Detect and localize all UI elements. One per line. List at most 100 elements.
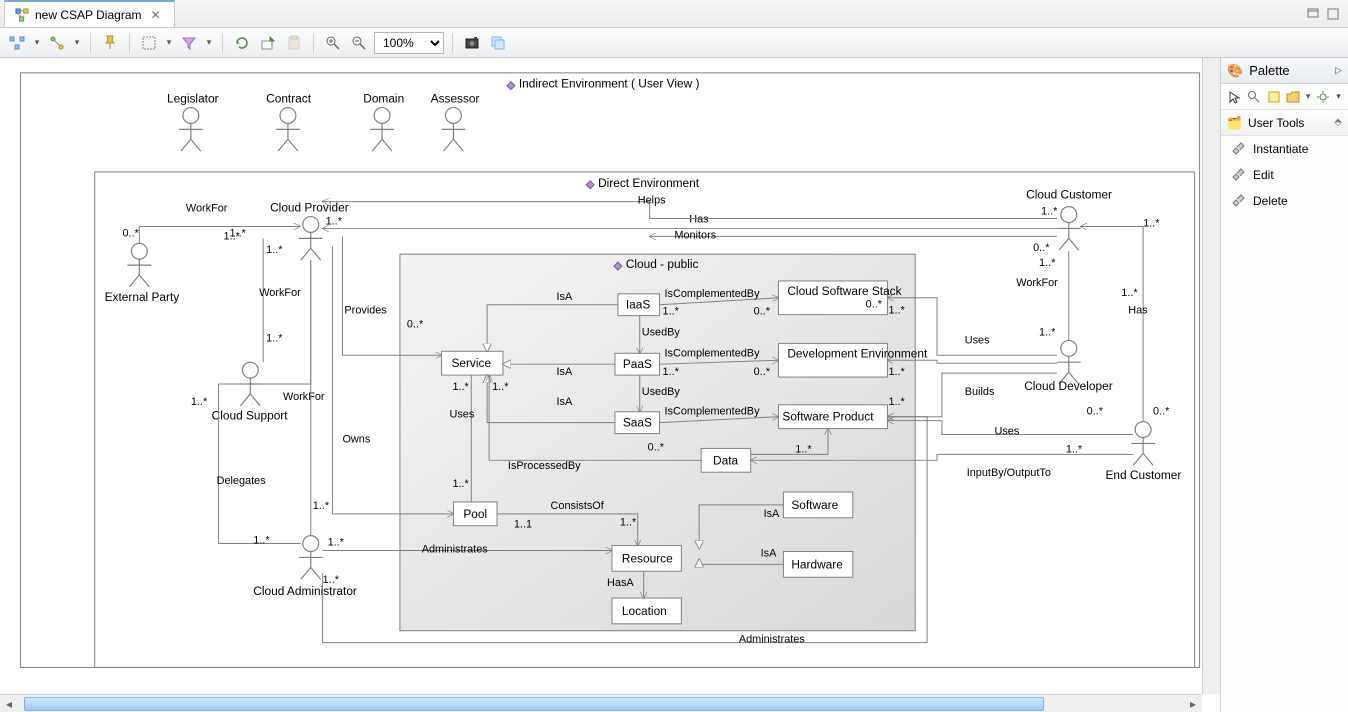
svg-text:1..*: 1..* <box>888 305 905 317</box>
svg-text:Administrates: Administrates <box>422 543 489 555</box>
svg-text:Data: Data <box>713 453 738 467</box>
hammer-icon <box>1231 142 1245 156</box>
minimize-icon[interactable] <box>1306 7 1320 21</box>
zoom-in-icon[interactable] <box>322 32 344 54</box>
svg-text:Has: Has <box>1128 305 1148 317</box>
svg-text:Resource: Resource <box>622 551 673 565</box>
canvas[interactable]: Indirect Environment ( User View ) Legis… <box>0 58 1220 712</box>
chevron-right-icon[interactable]: ▷ <box>1335 65 1342 76</box>
diagram-icon <box>15 8 29 22</box>
svg-text:1..*: 1..* <box>323 574 340 586</box>
svg-text:WorkFor: WorkFor <box>1016 277 1058 289</box>
svg-text:Cloud Developer: Cloud Developer <box>1024 379 1112 393</box>
zoom-out-icon[interactable] <box>348 32 370 54</box>
svg-text:Legislator: Legislator <box>167 92 219 106</box>
routing-icon[interactable] <box>46 32 68 54</box>
svg-text:Owns: Owns <box>342 433 370 445</box>
filter-icon[interactable] <box>178 32 200 54</box>
cursor-icon[interactable] <box>1227 86 1242 108</box>
tab[interactable]: new CSAP Diagram ✕ <box>4 0 175 27</box>
folder-icon[interactable] <box>1285 86 1300 108</box>
tool-instantiate[interactable]: Instantiate <box>1221 136 1348 162</box>
dropdown-icon[interactable]: ▾ <box>1335 91 1342 102</box>
svg-text:1..*: 1..* <box>795 443 812 455</box>
svg-text:1..*: 1..* <box>313 500 330 512</box>
palette-icon: 🎨 <box>1227 63 1243 79</box>
svg-text:1..*: 1..* <box>452 381 469 393</box>
export-icon[interactable] <box>257 32 279 54</box>
svg-text:Cloud Provider: Cloud Provider <box>270 201 349 215</box>
tool-delete[interactable]: Delete <box>1221 188 1348 214</box>
maximize-icon[interactable] <box>1326 7 1340 21</box>
svg-text:0..*: 0..* <box>1153 406 1170 418</box>
svg-text:1..*: 1..* <box>888 366 905 378</box>
svg-text:End Customer: End Customer <box>1105 468 1181 482</box>
svg-text:Cloud - public: Cloud - public <box>626 257 699 271</box>
svg-text:IsA: IsA <box>556 366 572 378</box>
svg-text:0..*: 0..* <box>1087 406 1104 418</box>
svg-text:1..*: 1..* <box>253 535 270 547</box>
drawer-icon: 🗂️ <box>1227 116 1242 130</box>
svg-text:1..*: 1..* <box>663 306 680 318</box>
tab-bar: new CSAP Diagram ✕ <box>0 0 1348 28</box>
svg-text:Cloud Administrator: Cloud Administrator <box>253 584 357 598</box>
note-icon[interactable] <box>1266 86 1281 108</box>
paste-icon <box>283 32 305 54</box>
svg-text:Cloud Support: Cloud Support <box>212 409 289 423</box>
svg-text:Builds: Builds <box>965 386 995 398</box>
svg-text:1..*: 1..* <box>1066 443 1083 455</box>
zoom-icon[interactable] <box>1246 86 1261 108</box>
palette-header[interactable]: 🎨 Palette ▷ <box>1221 58 1348 84</box>
svg-text:Indirect Environment ( User Vi: Indirect Environment ( User View ) <box>519 77 700 91</box>
dropdown-icon[interactable]: ▾ <box>1305 91 1312 102</box>
svg-text:Development Environment: Development Environment <box>787 346 928 360</box>
svg-text:Cloud Customer: Cloud Customer <box>1026 188 1112 202</box>
svg-text:Software: Software <box>791 498 838 512</box>
svg-text:Service: Service <box>451 356 491 370</box>
zoom-select[interactable]: 100% <box>374 32 444 54</box>
gear-icon[interactable] <box>1316 86 1331 108</box>
svg-text:Hardware: Hardware <box>791 557 843 571</box>
pin-icon[interactable]: ⬘ <box>1334 117 1342 128</box>
dropdown-icon[interactable]: ▾ <box>204 37 214 48</box>
svg-text:1..*: 1..* <box>1039 257 1056 269</box>
svg-text:IaaS: IaaS <box>626 298 651 312</box>
svg-text:IsComplementedBy: IsComplementedBy <box>665 288 761 300</box>
arrange-icon[interactable] <box>6 32 28 54</box>
svg-text:1..*: 1..* <box>1121 287 1138 299</box>
close-icon[interactable]: ✕ <box>148 8 164 22</box>
scroll-left-icon[interactable]: ◂ <box>0 695 18 712</box>
snapshot-icon[interactable] <box>461 32 483 54</box>
svg-text:1..*: 1..* <box>266 332 283 344</box>
svg-text:Provides: Provides <box>344 305 387 317</box>
tool-edit[interactable]: Edit <box>1221 162 1348 188</box>
vertical-scrollbar[interactable] <box>1202 58 1220 694</box>
svg-text:Administrates: Administrates <box>739 634 806 646</box>
svg-text:1..*: 1..* <box>326 215 343 227</box>
svg-text:IsComplementedBy: IsComplementedBy <box>665 347 761 359</box>
svg-text:Uses: Uses <box>449 409 474 421</box>
svg-text:1..*: 1..* <box>191 396 208 408</box>
svg-text:0..*: 0..* <box>1033 242 1050 254</box>
svg-text:1..*: 1..* <box>328 537 345 549</box>
svg-text:1..*: 1..* <box>224 230 241 242</box>
horizontal-scrollbar[interactable]: ◂ ▸ <box>0 694 1202 712</box>
palette: 🎨 Palette ▷ ▾ ▾ 🗂️ User Tools ⬘ Instanti… <box>1220 58 1348 712</box>
dropdown-icon[interactable]: ▾ <box>72 37 82 48</box>
dropdown-icon[interactable]: ▾ <box>32 37 42 48</box>
svg-text:IsProcessedBy: IsProcessedBy <box>508 460 581 472</box>
user-tools-section[interactable]: 🗂️ User Tools ⬘ <box>1221 110 1348 136</box>
refresh-icon[interactable] <box>231 32 253 54</box>
svg-text:1..*: 1..* <box>1039 326 1056 338</box>
scrollbar-thumb[interactable] <box>24 697 1044 711</box>
svg-text:InputBy/OutputTo: InputBy/OutputTo <box>967 467 1051 479</box>
toolbar: ▾ ▾ ▾ ▾ 100% <box>0 28 1348 58</box>
svg-text:UsedBy: UsedBy <box>642 386 681 398</box>
layers-icon[interactable] <box>487 32 509 54</box>
pin-icon[interactable] <box>99 32 121 54</box>
svg-text:Direct Environment: Direct Environment <box>598 176 700 190</box>
dropdown-icon[interactable]: ▾ <box>164 37 174 48</box>
scroll-right-icon[interactable]: ▸ <box>1184 695 1202 712</box>
svg-text:SaaS: SaaS <box>623 416 652 430</box>
select-icon[interactable] <box>138 32 160 54</box>
